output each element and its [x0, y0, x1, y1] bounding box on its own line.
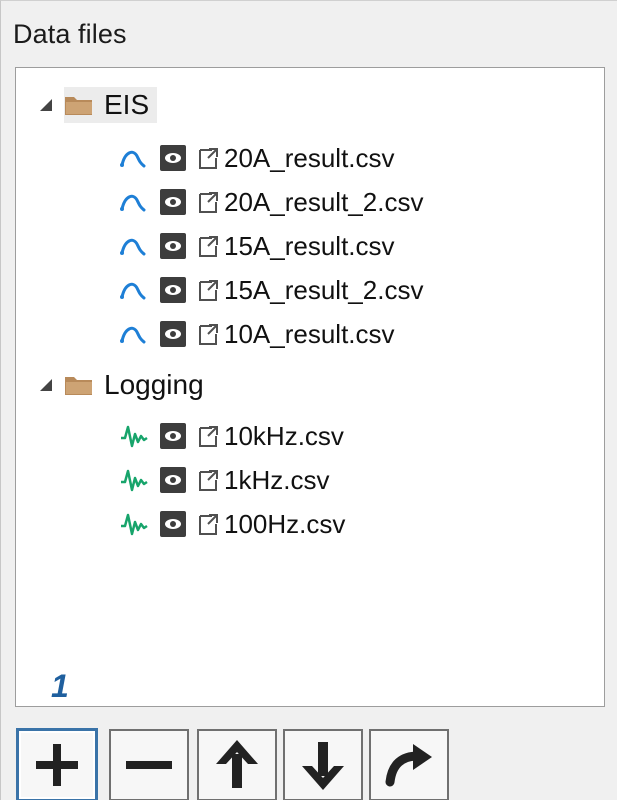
tree-file-row[interactable]: 20A_result_2.csv: [120, 180, 423, 224]
tree-file-row[interactable]: 1kHz.csv: [120, 458, 329, 502]
file-name: 20A_result_2.csv: [224, 186, 424, 217]
waveform-icon: [121, 469, 148, 492]
file-toolbar: [17, 713, 617, 800]
arrow-down-icon: [302, 742, 344, 790]
file-name: 15A_result.csv: [224, 230, 395, 261]
external-link-icon[interactable]: [198, 322, 220, 346]
add-button[interactable]: [17, 729, 97, 800]
eis-arc-icon: [120, 150, 146, 168]
tree-file-row[interactable]: 20A_result.csv: [120, 136, 395, 180]
move-up-button[interactable]: [197, 729, 277, 800]
tree-file-row[interactable]: 10kHz.csv: [120, 414, 344, 458]
external-link-icon[interactable]: [198, 278, 220, 302]
tree-folder-eis[interactable]: EIS: [36, 82, 158, 128]
file-name: 1kHz.csv: [224, 464, 330, 495]
callout-number: 1: [51, 668, 69, 704]
external-link-icon[interactable]: [198, 190, 220, 214]
tree-file-row[interactable]: 15A_result_2.csv: [120, 268, 423, 312]
file-name: 20A_result.csv: [224, 142, 395, 173]
eis-arc-icon: [120, 326, 146, 344]
folder-label-logging: Logging: [104, 369, 204, 400]
plus-icon: [36, 744, 78, 786]
eis-arc-icon: [120, 282, 146, 300]
external-link-icon[interactable]: [198, 512, 220, 536]
visibility-eye-icon[interactable]: [160, 277, 186, 303]
data-files-panel: Data files EIS 20A_result.csv 20A_result…: [0, 0, 617, 800]
visibility-eye-icon[interactable]: [160, 233, 186, 259]
visibility-eye-icon[interactable]: [160, 511, 186, 537]
export-button[interactable]: [369, 729, 449, 800]
minus-icon: [126, 761, 172, 769]
folder-label-eis: EIS: [104, 89, 150, 120]
remove-button[interactable]: [109, 729, 189, 800]
file-name: 100Hz.csv: [224, 508, 346, 539]
waveform-icon: [121, 513, 148, 536]
expand-triangle-icon[interactable]: [36, 375, 56, 395]
visibility-eye-icon[interactable]: [160, 467, 186, 493]
arrow-up-icon: [216, 740, 258, 788]
tree-file-row[interactable]: 100Hz.csv: [120, 502, 345, 546]
file-name: 10A_result.csv: [224, 318, 395, 349]
external-link-icon[interactable]: [198, 146, 220, 170]
external-link-icon[interactable]: [198, 234, 220, 258]
folder-icon: [65, 377, 92, 395]
visibility-eye-icon[interactable]: [160, 321, 186, 347]
folder-icon: [65, 97, 92, 115]
visibility-eye-icon[interactable]: [160, 189, 186, 215]
file-tree[interactable]: EIS 20A_result.csv 20A_result_2.csv 15A_…: [15, 67, 605, 707]
panel-title: Data files: [13, 19, 127, 49]
file-name: 15A_result_2.csv: [224, 274, 424, 305]
selected-folder-highlight: EIS: [64, 87, 158, 123]
file-name: 10kHz.csv: [224, 420, 344, 451]
visibility-eye-icon[interactable]: [160, 145, 186, 171]
expand-triangle-icon[interactable]: [36, 95, 56, 115]
external-link-icon[interactable]: [198, 468, 220, 492]
tree-folder-logging[interactable]: Logging: [36, 362, 204, 408]
arrow-right-icon: [385, 744, 432, 787]
tree-file-row[interactable]: 10A_result.csv: [120, 312, 395, 356]
external-link-icon[interactable]: [198, 424, 220, 448]
eis-arc-icon: [120, 194, 146, 212]
visibility-eye-icon[interactable]: [160, 423, 186, 449]
eis-arc-icon: [120, 238, 146, 256]
move-down-button[interactable]: [283, 729, 363, 800]
tree-file-row[interactable]: 15A_result.csv: [120, 224, 395, 268]
waveform-icon: [121, 425, 148, 448]
